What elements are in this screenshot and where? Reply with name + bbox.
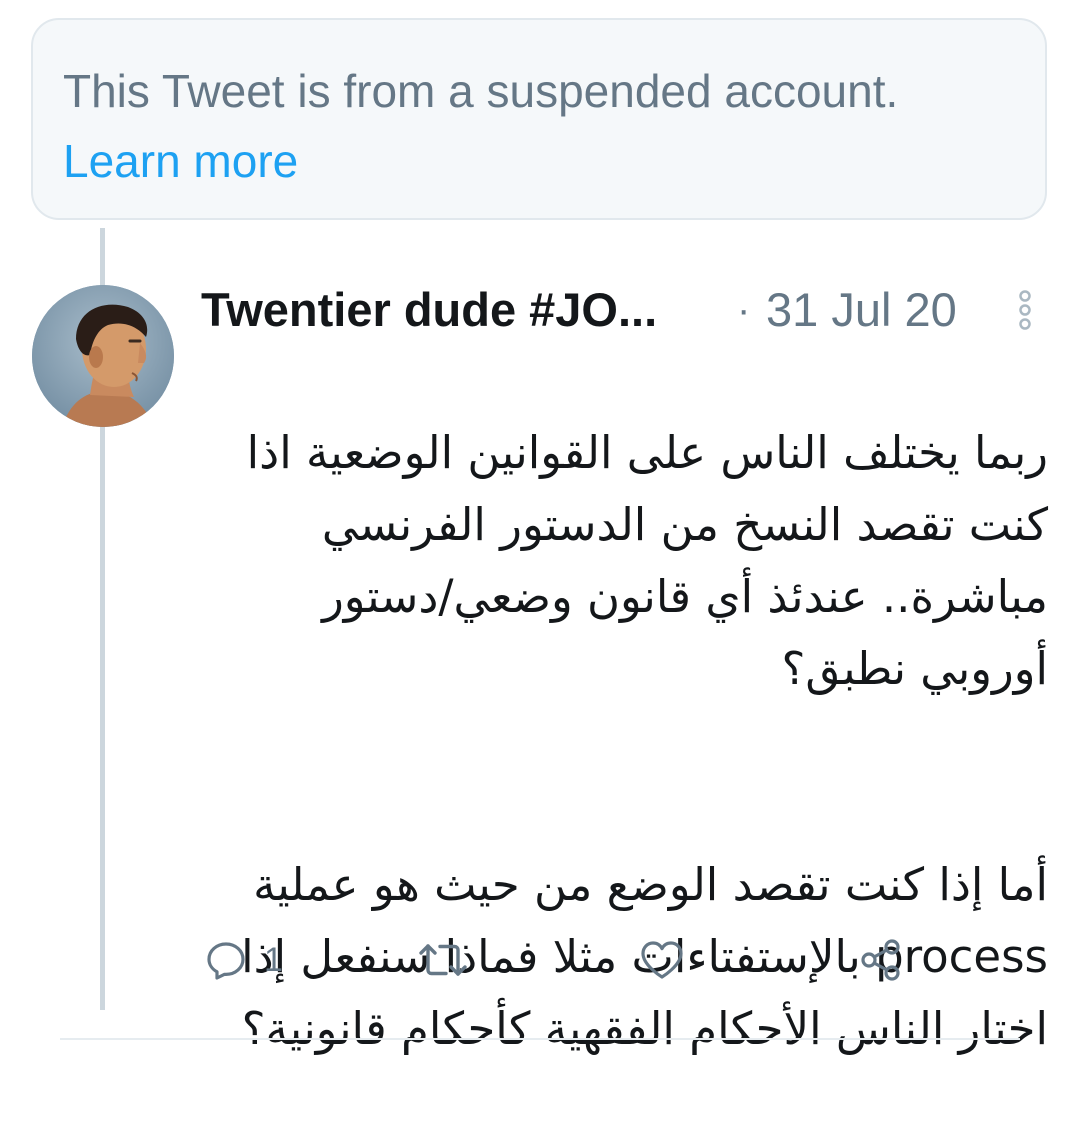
author-name[interactable]: Twentier dude #JO... — [201, 280, 657, 340]
retweet-icon — [419, 944, 467, 976]
more-vertical-icon[interactable] — [1017, 288, 1033, 332]
learn-more-link[interactable]: Learn more — [63, 135, 298, 187]
reply-icon — [207, 942, 245, 980]
tweet-date[interactable]: 31 Jul 20 — [766, 280, 957, 340]
reply-button[interactable]: 1 — [206, 932, 283, 988]
like-button[interactable] — [640, 932, 684, 988]
tweet-body: ربما يختلف الناس على القوانين الوضعية اذ… — [190, 345, 1048, 1137]
suspended-tweet-notice: This Tweet is from a suspended account. … — [31, 18, 1047, 220]
tweet-header: Twentier dude #JO... · 31 Jul 20 — [201, 280, 1051, 340]
header-separator: · — [737, 288, 751, 332]
avatar-portrait-icon — [32, 285, 174, 427]
share-button[interactable] — [860, 932, 902, 988]
avatar[interactable] — [32, 285, 174, 427]
tweet-paragraph-1: ربما يختلف الناس على القوانين الوضعية اذ… — [246, 426, 1048, 695]
bottom-divider — [60, 1038, 1020, 1040]
tweet-actions-bar: 1 — [200, 932, 1020, 992]
retweet-button[interactable] — [418, 932, 468, 988]
suspended-notice-text: This Tweet is from a suspended account. — [63, 65, 899, 117]
reply-count: 1 — [264, 940, 283, 979]
heart-icon — [641, 941, 683, 979]
share-icon — [861, 939, 900, 981]
